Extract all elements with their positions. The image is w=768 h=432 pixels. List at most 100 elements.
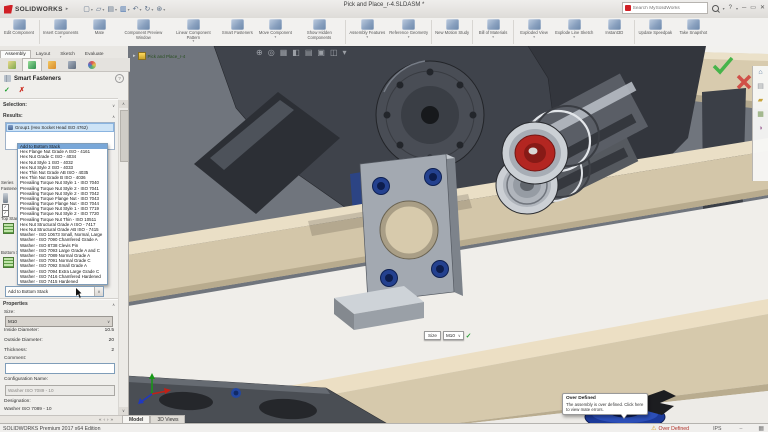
pm-cancel-button[interactable]: ✗ — [19, 86, 25, 94]
hud-dropdown-icon[interactable]: ▾ — [343, 47, 347, 59]
property-manager-tab[interactable] — [22, 58, 42, 71]
print-icon[interactable]: ▥▾ — [119, 5, 131, 13]
help-dropdown-icon[interactable]: ▾ — [736, 6, 738, 11]
dropdown-option[interactable]: Washer - ISO 7415 Hardened — [18, 279, 107, 284]
last-tab-icon[interactable]: » — [111, 417, 114, 422]
combo-dropdown-icon[interactable]: ∨ — [107, 319, 112, 324]
restore-button[interactable]: ▭ — [750, 3, 756, 13]
view-settings-icon[interactable]: ◫ — [330, 47, 338, 59]
assembly-3d-scene[interactable] — [128, 46, 768, 423]
assembly-features-button[interactable]: Assembly Features▾ — [347, 18, 387, 46]
take-snapshot-button[interactable]: Take Snapshot — [674, 18, 712, 46]
tree-expand-icon[interactable]: ▸ — [133, 53, 136, 59]
hide-show-items-icon[interactable]: ▤ — [305, 47, 313, 59]
smart-fasteners-button[interactable]: Smart Fasteners — [218, 18, 256, 46]
mate-button[interactable]: Mate — [80, 18, 118, 46]
close-button[interactable]: ✕ — [760, 3, 765, 13]
save-icon[interactable]: ▤▾ — [106, 5, 118, 13]
chevron-up-icon[interactable]: ∧ — [112, 302, 115, 307]
properties-section-header[interactable]: Properties ∧ — [3, 301, 115, 307]
over-defined-status[interactable]: ⚠ Over Defined — [651, 425, 689, 432]
exploded-view-button[interactable]: Exploded View▾ — [515, 18, 553, 46]
flyout-feature-tree[interactable]: ▸ Pick and Place_r-4 — [133, 52, 185, 60]
first-tab-icon[interactable]: « — [99, 417, 102, 422]
zoom-fit-icon[interactable]: ⊕ — [256, 47, 263, 59]
dropdown-option[interactable]: Washer - ISO 7094 Extra Large Grade C — [18, 269, 107, 274]
dimxpert-manager-tab[interactable] — [62, 58, 82, 71]
search-input[interactable]: Search MySolidWorks — [622, 2, 708, 14]
task-pane-properties-icon[interactable]: ◑ — [758, 125, 762, 133]
tab-assembly[interactable]: Assembly — [0, 50, 31, 58]
scroll-thumb[interactable] — [120, 110, 129, 162]
status-options-icon[interactable]: ▦ — [758, 425, 764, 432]
task-pane-home-icon[interactable]: ⌂ — [758, 69, 762, 77]
instant3d-button[interactable]: Instant3D — [595, 18, 633, 46]
heads-up-view-toolbar[interactable]: ⊕ ◎ ▦ ◧ ▤ ▣ ◫ ▾ — [256, 47, 347, 59]
search-icon[interactable] — [712, 5, 719, 12]
component-preview-window-button[interactable]: Component Preview Window — [118, 18, 168, 46]
edit-component-button[interactable]: Edit Component — [0, 18, 38, 46]
over-defined-tooltip[interactable]: Over Defined The assembly is over define… — [562, 393, 648, 415]
insert-components-button[interactable]: Insert Components▾ — [41, 18, 80, 46]
prev-tab-icon[interactable]: ‹ — [104, 417, 106, 422]
task-pane-appearances-icon[interactable]: ▦ — [757, 111, 764, 119]
edit-appearance-icon[interactable]: ▣ — [317, 47, 325, 59]
move-component-button[interactable]: Move Component▾ — [256, 18, 294, 46]
pm-scrollbar[interactable]: ∧ ∨ — [118, 100, 128, 415]
help-button[interactable]: ? — [729, 3, 732, 13]
bill-of-materials-button[interactable]: Bill of Materials▾ — [474, 18, 512, 46]
tab-sketch[interactable]: Sketch — [55, 50, 80, 58]
tab-3d-views[interactable]: 3D Views — [150, 415, 185, 423]
display-manager-tab[interactable] — [82, 58, 102, 71]
result-group-item[interactable]: Group1 (Hex Socket Head ISO 4762) — [6, 123, 114, 132]
combo-dropdown-icon[interactable]: ∨ — [94, 287, 103, 296]
unit-system-label[interactable]: IPS — [713, 426, 721, 432]
undo-icon[interactable]: ↶▾ — [132, 5, 143, 13]
search-dropdown-icon[interactable]: ▾ — [723, 6, 725, 11]
task-pane-file-explorer-icon[interactable]: ▰ — [758, 97, 763, 105]
dropdown-option[interactable]: Prevailing Torque Nut Style 1 - ISO 7040 — [18, 180, 107, 185]
tab-nav-arrows[interactable]: « ‹ › » — [90, 415, 122, 423]
results-section-header[interactable]: Results: ∧ — [3, 113, 115, 119]
part-flange[interactable] — [376, 61, 484, 169]
display-style-icon[interactable]: ◧ — [292, 47, 300, 59]
bottom-stack-combo[interactable]: Add to Bottom Stack ∨ — [5, 286, 104, 297]
menu-flyout-icon[interactable]: ▸ — [66, 6, 69, 12]
dropdown-option[interactable]: Prevailing Torque Nut Style 2 - ISO 7720 — [18, 211, 107, 216]
dropdown-option[interactable]: Washer - ISO 7090 Chamfered Grade A — [18, 237, 107, 242]
scroll-up-icon[interactable]: ∧ — [119, 100, 128, 108]
selection-section-header[interactable]: Selection: ∨ — [3, 102, 115, 108]
task-pane-strip[interactable]: ⌂ ▤ ▰ ▦ ◑ — [752, 66, 768, 181]
task-pane-design-library-icon[interactable]: ▤ — [757, 83, 764, 91]
view-orientation-icon[interactable]: ▦ — [280, 47, 288, 59]
reference-geometry-button[interactable]: Reference Geometry▾ — [387, 18, 430, 46]
pm-help-icon[interactable]: ? — [115, 74, 124, 83]
update-speedpak-button[interactable]: Update Speedpak — [636, 18, 674, 46]
part-mounting-plate[interactable] — [360, 154, 463, 302]
comment-input[interactable] — [5, 363, 115, 374]
chevron-up-icon[interactable]: ∧ — [112, 114, 115, 119]
new-motion-study-button[interactable]: New Motion Study — [433, 18, 471, 46]
scroll-down-icon[interactable]: ∨ — [119, 407, 128, 415]
size-combo-dropdown-icon[interactable]: ∨ — [458, 333, 461, 338]
feature-manager-tab[interactable] — [2, 58, 22, 71]
options-icon[interactable]: ⊛▾ — [155, 5, 166, 13]
tab-layout[interactable]: Layout — [31, 50, 55, 58]
solidworks-logo[interactable]: SOLIDWORKS ▸ — [4, 5, 68, 14]
tab-evaluate[interactable]: Evaluate — [80, 50, 109, 58]
size-ok-icon[interactable]: ✓ — [466, 332, 472, 340]
zoom-area-icon[interactable]: ◎ — [268, 47, 275, 59]
fastener-type-dropdown[interactable]: Add to Bottom Stack Hex Flange Nut Grade… — [17, 143, 108, 285]
configuration-manager-tab[interactable] — [42, 58, 62, 71]
show-hidden-components-button[interactable]: Show Hidden Components — [294, 18, 344, 46]
size-combo[interactable]: M10 ∨ — [5, 316, 113, 327]
pm-ok-button[interactable]: ✓ — [4, 86, 10, 94]
chevron-down-icon[interactable]: ∨ — [112, 103, 115, 108]
new-document-icon[interactable]: ▢▾ — [82, 5, 94, 13]
tab-model[interactable]: Model — [122, 415, 150, 423]
next-tab-icon[interactable]: › — [107, 417, 109, 422]
graphics-viewport[interactable]: ⊕ ◎ ▦ ◧ ▤ ▣ ◫ ▾ ▸ Pick and Place_r-4 ⌂ ▤… — [128, 46, 768, 423]
open-icon[interactable]: ▱▾ — [95, 5, 105, 13]
explode-line-sketch-button[interactable]: Explode Line Sketch▾ — [553, 18, 595, 46]
minimize-button[interactable]: ─ — [742, 3, 746, 13]
